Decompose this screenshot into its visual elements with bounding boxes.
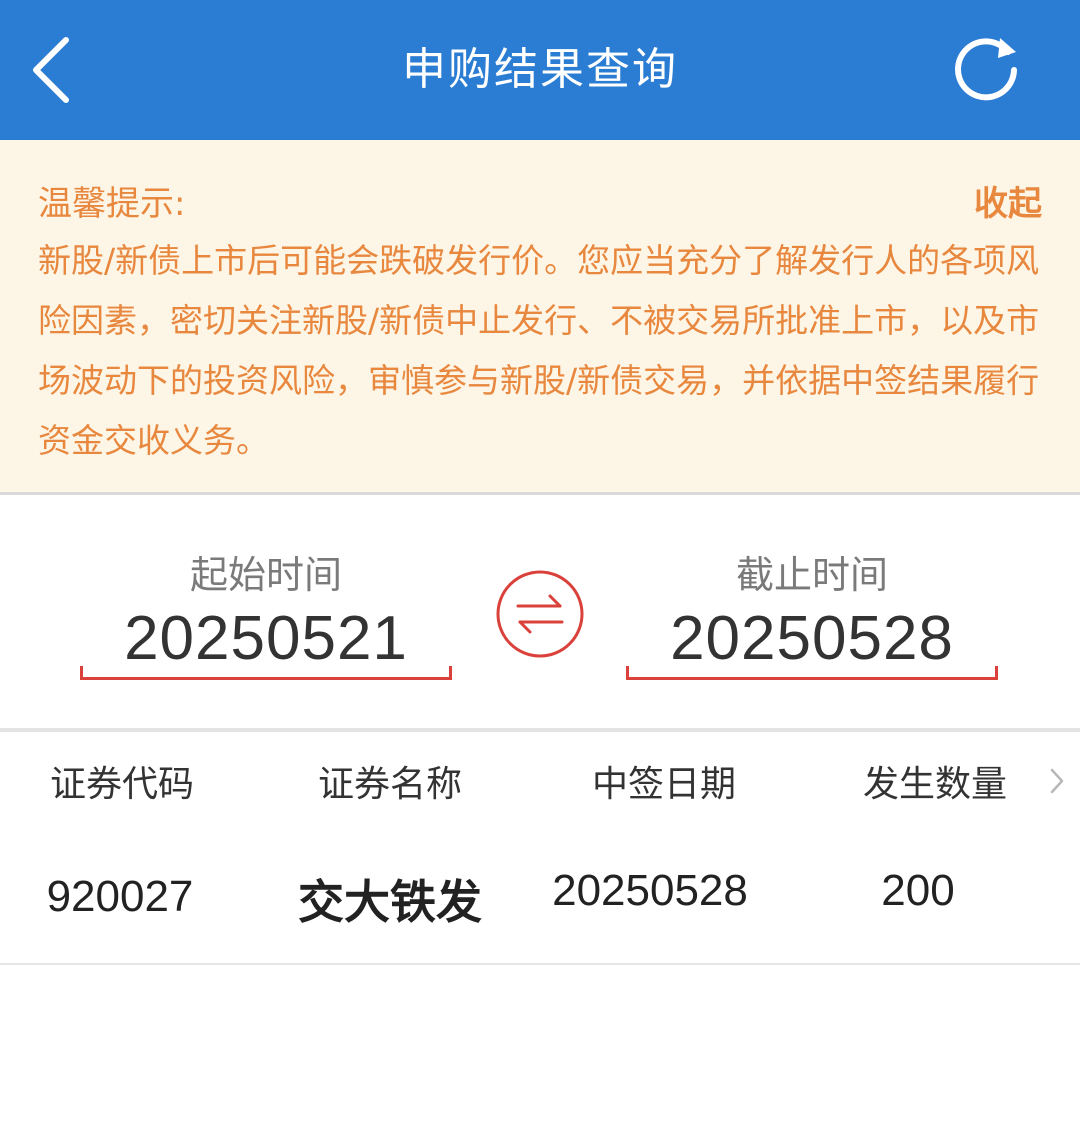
page-title: 申购结果查询 <box>402 44 678 95</box>
end-date-label: 截止时间 <box>735 553 888 597</box>
notice-title: 温馨提示: <box>38 184 186 224</box>
column-header-code: 证券代码 <box>49 764 194 805</box>
column-header-name: 证券名称 <box>317 764 462 805</box>
section-divider <box>0 728 1080 732</box>
swap-arrows-icon[interactable] <box>494 568 586 660</box>
notice-body: 新股/新债上市后可能会跌破发行价。您应当充分了解发行人的各项风险因素，密切关注新… <box>38 241 1040 460</box>
start-date-underline <box>80 666 452 680</box>
cell-date: 20250528 <box>552 866 748 915</box>
refresh-icon[interactable] <box>950 30 1026 106</box>
top-bar: 申购结果查询 <box>0 0 1080 140</box>
collapse-button[interactable]: 收起 <box>974 176 1042 225</box>
end-date-field[interactable]: 20250528 <box>626 603 998 674</box>
end-date-underline <box>626 666 998 680</box>
cell-code: 920027 <box>46 872 194 921</box>
row-divider <box>0 963 1080 965</box>
chevron-right-icon[interactable] <box>1044 766 1068 796</box>
column-header-quantity: 发生数量 <box>862 764 1007 805</box>
start-date-field[interactable]: 20250521 <box>80 603 452 674</box>
cell-quantity: 200 <box>881 866 955 915</box>
column-header-date: 中签日期 <box>591 764 736 805</box>
cell-name: 交大铁发 <box>298 875 482 929</box>
start-date-label: 起始时间 <box>189 553 342 597</box>
